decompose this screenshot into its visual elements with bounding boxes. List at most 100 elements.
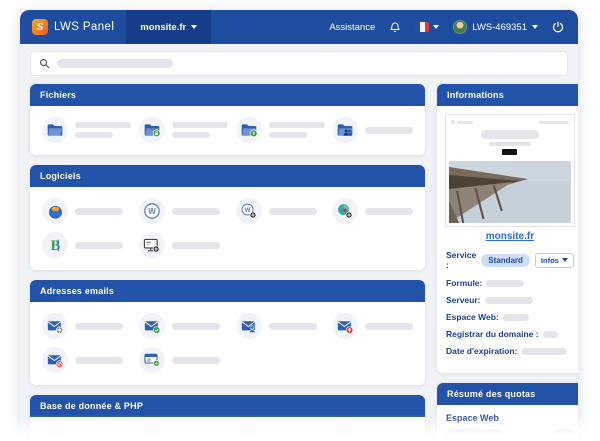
mail-user-icon — [236, 313, 262, 339]
section-card: Fichiers — [30, 84, 425, 155]
service-shortcut[interactable] — [324, 113, 421, 147]
folder-open-icon — [42, 117, 68, 143]
folder-users-icon — [332, 117, 358, 143]
brand-logo[interactable]: S LWS Panel — [20, 19, 126, 35]
service-shortcut[interactable] — [34, 194, 131, 228]
section-header: Logiciels — [30, 165, 425, 187]
app-window: S LWS Panel monsite.fr Assistance LWS-46… — [20, 10, 578, 441]
service-shortcut — [131, 424, 228, 441]
service-detail-row: Formule: — [446, 278, 574, 288]
service-shortcut[interactable] — [34, 113, 131, 147]
service-shortcut[interactable] — [324, 309, 421, 343]
label-skeleton — [269, 132, 307, 138]
assistance-link[interactable]: Assistance — [329, 22, 375, 33]
service-detail-row: Registrar du domaine : — [446, 329, 574, 339]
label-skeleton — [172, 323, 220, 330]
service-shortcut — [228, 424, 325, 441]
chevron-down-icon — [191, 25, 197, 29]
service-shortcut[interactable]: W — [131, 194, 228, 228]
label-skeleton — [75, 323, 123, 330]
screen-settings-icon — [139, 232, 165, 258]
section-header: Adresses emails — [30, 280, 425, 302]
wordpress-gear-icon: W — [236, 198, 262, 224]
service-shortcut[interactable] — [131, 113, 228, 147]
service-shortcut — [324, 424, 421, 441]
label-skeleton — [75, 208, 123, 215]
field-value-skeleton — [521, 348, 567, 355]
app-installer-icon — [42, 198, 68, 224]
brand-name: LWS Panel — [54, 21, 114, 33]
search-placeholder-skeleton — [57, 59, 173, 68]
label-skeleton — [365, 323, 413, 330]
field-value-skeleton — [486, 280, 524, 287]
quotas-header: Résumé des quotas — [437, 383, 578, 405]
service-shortcut[interactable] — [131, 309, 228, 343]
logout-power-icon[interactable] — [552, 21, 564, 33]
service-shortcut[interactable] — [324, 194, 421, 228]
folder-upload-icon — [236, 117, 262, 143]
service-shortcut[interactable]: W — [228, 194, 325, 228]
label-skeleton — [172, 242, 220, 249]
loading-circle — [139, 428, 165, 441]
preview-photo — [449, 161, 571, 223]
quota-total-skeleton — [554, 429, 574, 436]
service-shortcut[interactable] — [131, 228, 228, 262]
svg-text:W: W — [244, 207, 250, 214]
quota-label: Espace Web — [446, 413, 574, 423]
label-skeleton — [75, 242, 123, 249]
website-preview-thumbnail — [445, 114, 575, 227]
label-skeleton — [75, 132, 113, 138]
wordpress-icon: W — [139, 198, 165, 224]
account-menu[interactable]: LWS-469351 — [453, 20, 538, 34]
svg-text:@: @ — [147, 357, 151, 362]
infos-dropdown-button[interactable]: Infos — [535, 253, 574, 268]
service-detail-row: Serveur: — [446, 295, 574, 305]
chevron-down-icon — [433, 25, 439, 29]
main-content: Fichiers Logiciels W W B Adresses emails… — [30, 84, 425, 441]
service-detail-row: Espace Web: — [446, 312, 574, 322]
notifications-bell-icon[interactable] — [389, 21, 401, 34]
language-selector[interactable] — [415, 22, 439, 32]
label-skeleton — [172, 132, 210, 138]
label-skeleton — [172, 208, 220, 215]
sitebuilder-icon: B — [42, 232, 68, 258]
service-shortcut[interactable]: @ — [131, 343, 228, 377]
service-plan-badge: Standard — [481, 254, 530, 267]
field-value-skeleton — [543, 331, 558, 338]
field-value-skeleton — [503, 314, 529, 321]
service-shortcut[interactable] — [228, 113, 325, 147]
search-icon — [39, 58, 50, 69]
loading-circle — [236, 428, 262, 441]
field-label: Serveur: — [446, 295, 481, 305]
svg-text:B: B — [50, 238, 60, 253]
informations-header: Informations — [437, 84, 578, 106]
mail-gear-icon — [42, 313, 68, 339]
service-shortcut[interactable] — [34, 309, 131, 343]
sidebar: Informations — [437, 84, 578, 441]
loading-circle — [42, 428, 68, 441]
service-shortcut[interactable]: B — [34, 228, 131, 262]
cms-tools-icon — [332, 198, 358, 224]
french-flag-icon — [415, 22, 429, 32]
label-skeleton — [75, 122, 131, 128]
label-skeleton — [365, 127, 413, 134]
site-selector-tab[interactable]: monsite.fr — [126, 10, 211, 44]
service-shortcut[interactable] — [228, 309, 325, 343]
site-link[interactable]: monsite.fr — [437, 231, 578, 242]
label-skeleton — [75, 357, 123, 364]
top-navbar: S LWS Panel monsite.fr Assistance LWS-46… — [20, 10, 578, 44]
quotas-card: Résumé des quotas Espace Web — [437, 383, 578, 441]
search-bar[interactable] — [30, 51, 568, 76]
field-label: Formule: — [446, 278, 482, 288]
service-label: Service : — [446, 250, 476, 270]
section-card: Adresses emails @ — [30, 280, 425, 385]
section-header: Base de donnée & PHP — [30, 395, 425, 417]
field-label: Date d'expiration: — [446, 346, 517, 356]
mail-check-icon — [139, 313, 165, 339]
informations-card: Informations — [437, 84, 578, 373]
service-shortcut[interactable] — [34, 343, 131, 377]
label-skeleton — [172, 122, 228, 128]
field-label: Espace Web: — [446, 312, 499, 322]
section-card: Logiciels W W B — [30, 165, 425, 270]
field-value-skeleton — [485, 297, 533, 304]
